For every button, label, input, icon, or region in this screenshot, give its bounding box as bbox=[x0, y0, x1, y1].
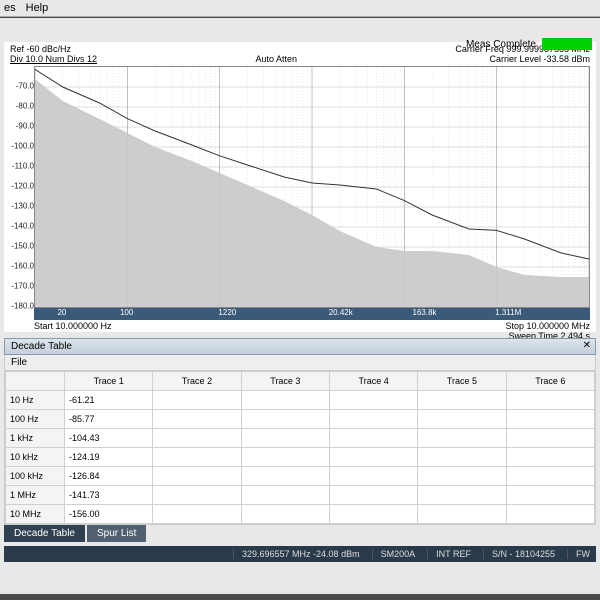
status-fw: FW bbox=[567, 549, 590, 559]
y-axis-labels: -70.0-80.0-90.0-100.0-110.0-120.0-130.0-… bbox=[8, 66, 36, 306]
close-icon[interactable]: ✕ bbox=[583, 340, 591, 351]
tab-spur-list[interactable]: Spur List bbox=[87, 525, 146, 542]
decade-table: Trace 1Trace 2Trace 3Trace 4Trace 5Trace… bbox=[5, 371, 595, 524]
meas-complete-label: Meas Complete bbox=[466, 39, 536, 50]
decade-table-titlebar: Decade Table ✕ bbox=[4, 338, 596, 355]
decade-table-title: Decade Table bbox=[11, 341, 72, 352]
status-ref: INT REF bbox=[427, 549, 471, 559]
decade-table-wrap: Trace 1Trace 2Trace 3Trace 4Trace 5Trace… bbox=[4, 371, 596, 525]
ref-label: Ref -60 dBc/Hz bbox=[10, 44, 97, 54]
bottom-tabs: Decade Table Spur List bbox=[4, 525, 596, 542]
div-label: Div 10.0 Num Divs 12 bbox=[10, 54, 97, 64]
decade-table-menubar: File bbox=[4, 355, 596, 371]
status-indicator-icon bbox=[542, 38, 592, 50]
file-menu[interactable]: File bbox=[11, 357, 27, 368]
status-model: SM200A bbox=[372, 549, 416, 559]
status-sn: S/N - 18104255 bbox=[483, 549, 555, 559]
chart-area: Ref -60 dBc/Hz Div 10.0 Num Divs 12 Auto… bbox=[4, 42, 596, 332]
statusbar: 329.696557 MHz -24.08 dBm SM200A INT REF… bbox=[4, 546, 596, 562]
menu-item-help[interactable]: Help bbox=[26, 2, 49, 14]
menu-item[interactable]: es bbox=[4, 2, 16, 14]
main-content: Meas Complete Ref -60 dBc/Hz Div 10.0 Nu… bbox=[0, 18, 600, 594]
stop-freq-label: Stop 10.000000 MHz bbox=[505, 321, 590, 331]
menubar: es Help bbox=[0, 0, 600, 17]
atten-label: Auto Atten bbox=[97, 54, 455, 64]
x-axis-strip: 20100122020.42k163.8k1.311M bbox=[34, 308, 590, 320]
carrier-level-label: Carrier Level -33.58 dBm bbox=[455, 54, 590, 64]
status-freq: 329.696557 MHz -24.08 dBm bbox=[233, 549, 360, 559]
tab-decade-table[interactable]: Decade Table bbox=[4, 525, 85, 542]
phase-noise-plot[interactable] bbox=[34, 66, 590, 308]
meas-status: Meas Complete bbox=[466, 38, 592, 50]
